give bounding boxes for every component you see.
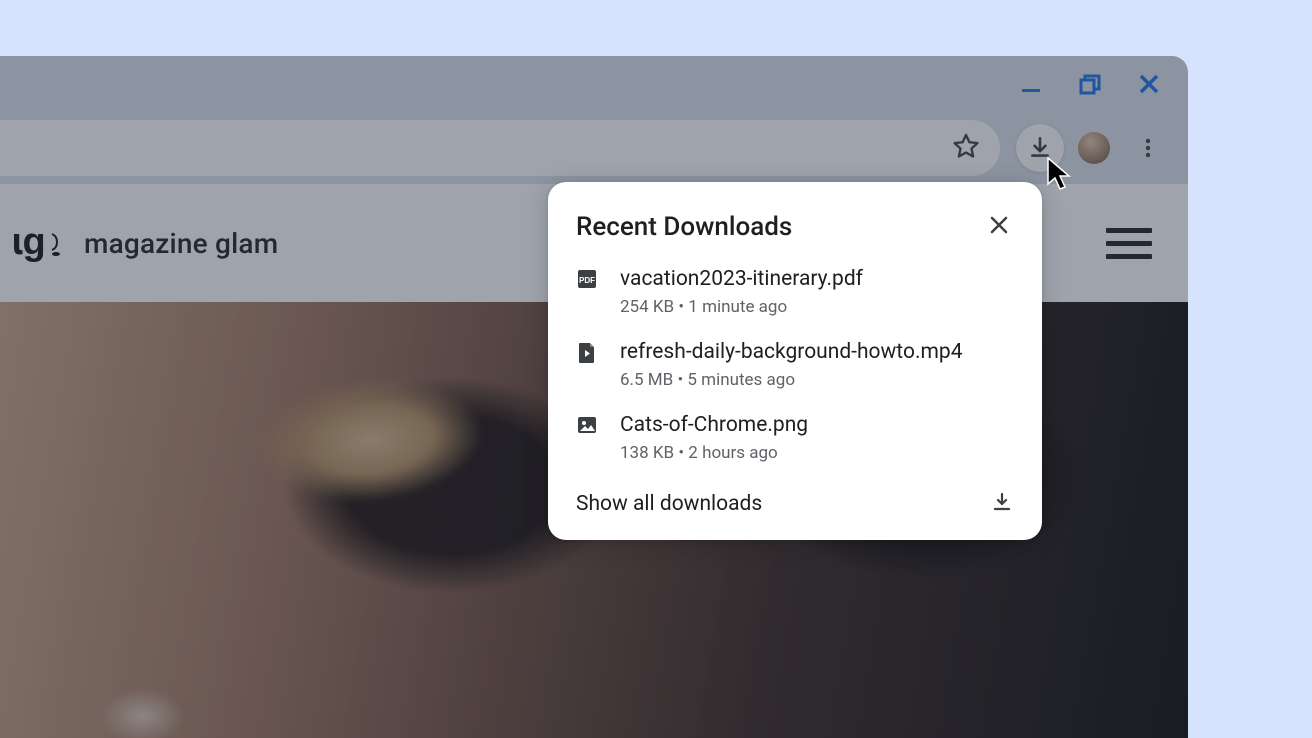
download-item[interactable]: PDF vacation2023-itinerary.pdf 254 KB • … (576, 266, 1014, 321)
recent-downloads-popup: Recent Downloads PDF vacation2023-itiner… (548, 182, 1042, 540)
svg-text:ɩg: ɩg (12, 221, 46, 263)
popup-title: Recent Downloads (576, 212, 792, 242)
omnibox[interactable] (0, 120, 1000, 176)
show-all-downloads-link[interactable]: Show all downloads (576, 492, 762, 516)
download-item[interactable]: refresh-daily-background-howto.mp4 6.5 M… (576, 339, 1014, 394)
svg-text:PDF: PDF (579, 276, 595, 285)
download-filename: refresh-daily-background-howto.mp4 (620, 339, 963, 366)
avatar (1078, 132, 1110, 164)
site-logo[interactable]: ɩg magazine glam (12, 216, 278, 270)
minimize-button[interactable] (1020, 73, 1042, 95)
profile-avatar-button[interactable] (1070, 124, 1118, 172)
kebab-menu-button[interactable] (1124, 124, 1172, 172)
downloads-button[interactable] (1016, 124, 1064, 172)
restore-button[interactable] (1078, 72, 1102, 96)
pdf-file-icon: PDF (576, 269, 598, 289)
site-name: magazine glam (84, 227, 278, 260)
download-icon[interactable] (990, 490, 1014, 518)
video-file-icon (576, 342, 598, 364)
logo-mark-icon: ɩg (12, 216, 66, 270)
download-filename: vacation2023-itinerary.pdf (620, 266, 863, 293)
image-file-icon (576, 415, 598, 435)
download-filename: Cats-of-Chrome.png (620, 412, 808, 439)
download-meta: 138 KB • 2 hours ago (620, 441, 808, 467)
bookmark-star-icon[interactable] (952, 132, 980, 164)
window-controls (0, 56, 1188, 112)
close-window-button[interactable] (1138, 73, 1160, 95)
browser-toolbar (0, 112, 1188, 184)
hamburger-menu-button[interactable] (1106, 228, 1152, 259)
download-list: PDF vacation2023-itinerary.pdf 254 KB • … (576, 266, 1014, 466)
close-icon[interactable] (984, 210, 1014, 244)
download-meta: 254 KB • 1 minute ago (620, 295, 863, 321)
download-meta: 6.5 MB • 5 minutes ago (620, 368, 963, 394)
download-item[interactable]: Cats-of-Chrome.png 138 KB • 2 hours ago (576, 412, 1014, 467)
